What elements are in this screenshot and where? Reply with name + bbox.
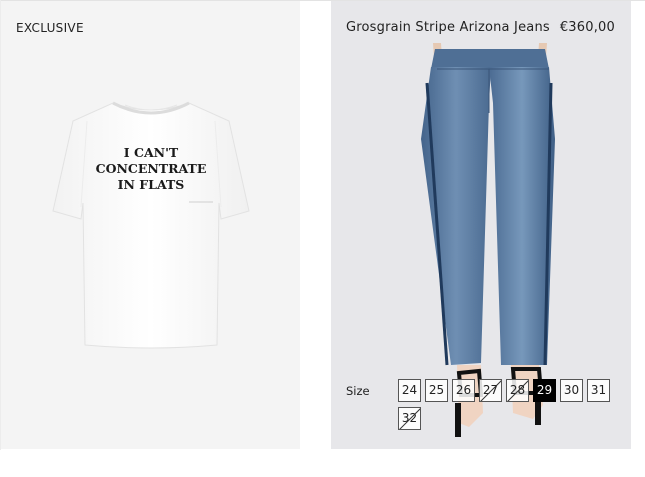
size-option-26[interactable]: 26 (452, 379, 475, 402)
print-line-2: CONCENTRATE (95, 161, 207, 176)
product-name[interactable]: Grosgrain Stripe Arizona Jeans (346, 20, 550, 35)
product-card-tshirt[interactable]: EXCLUSIVE I CAN'T CONCENTRATE IN FLATS (1, 1, 300, 449)
size-option-27[interactable]: 27 (479, 379, 502, 402)
tshirt-illustration (52, 101, 250, 349)
size-label: Size (346, 384, 370, 398)
tshirt-image[interactable]: I CAN'T CONCENTRATE IN FLATS (51, 99, 251, 351)
size-option-31[interactable]: 31 (587, 379, 610, 402)
print-line-3: IN FLATS (117, 177, 185, 192)
size-option-24[interactable]: 24 (398, 379, 421, 402)
size-option-30[interactable]: 30 (560, 379, 583, 402)
tshirt-print-text: I CAN'T CONCENTRATE IN FLATS (51, 145, 251, 193)
size-option-25[interactable]: 25 (425, 379, 448, 402)
size-option-32[interactable]: 32 (398, 407, 421, 430)
product-card-jeans[interactable]: Grosgrain Stripe Arizona Jeans €360,00 S… (331, 1, 631, 449)
print-line-1: I CAN'T (123, 145, 179, 160)
size-option-28[interactable]: 28 (506, 379, 529, 402)
exclusive-badge: EXCLUSIVE (16, 21, 84, 35)
product-price: €360,00 (559, 20, 615, 35)
size-option-29[interactable]: 29 (533, 379, 556, 402)
